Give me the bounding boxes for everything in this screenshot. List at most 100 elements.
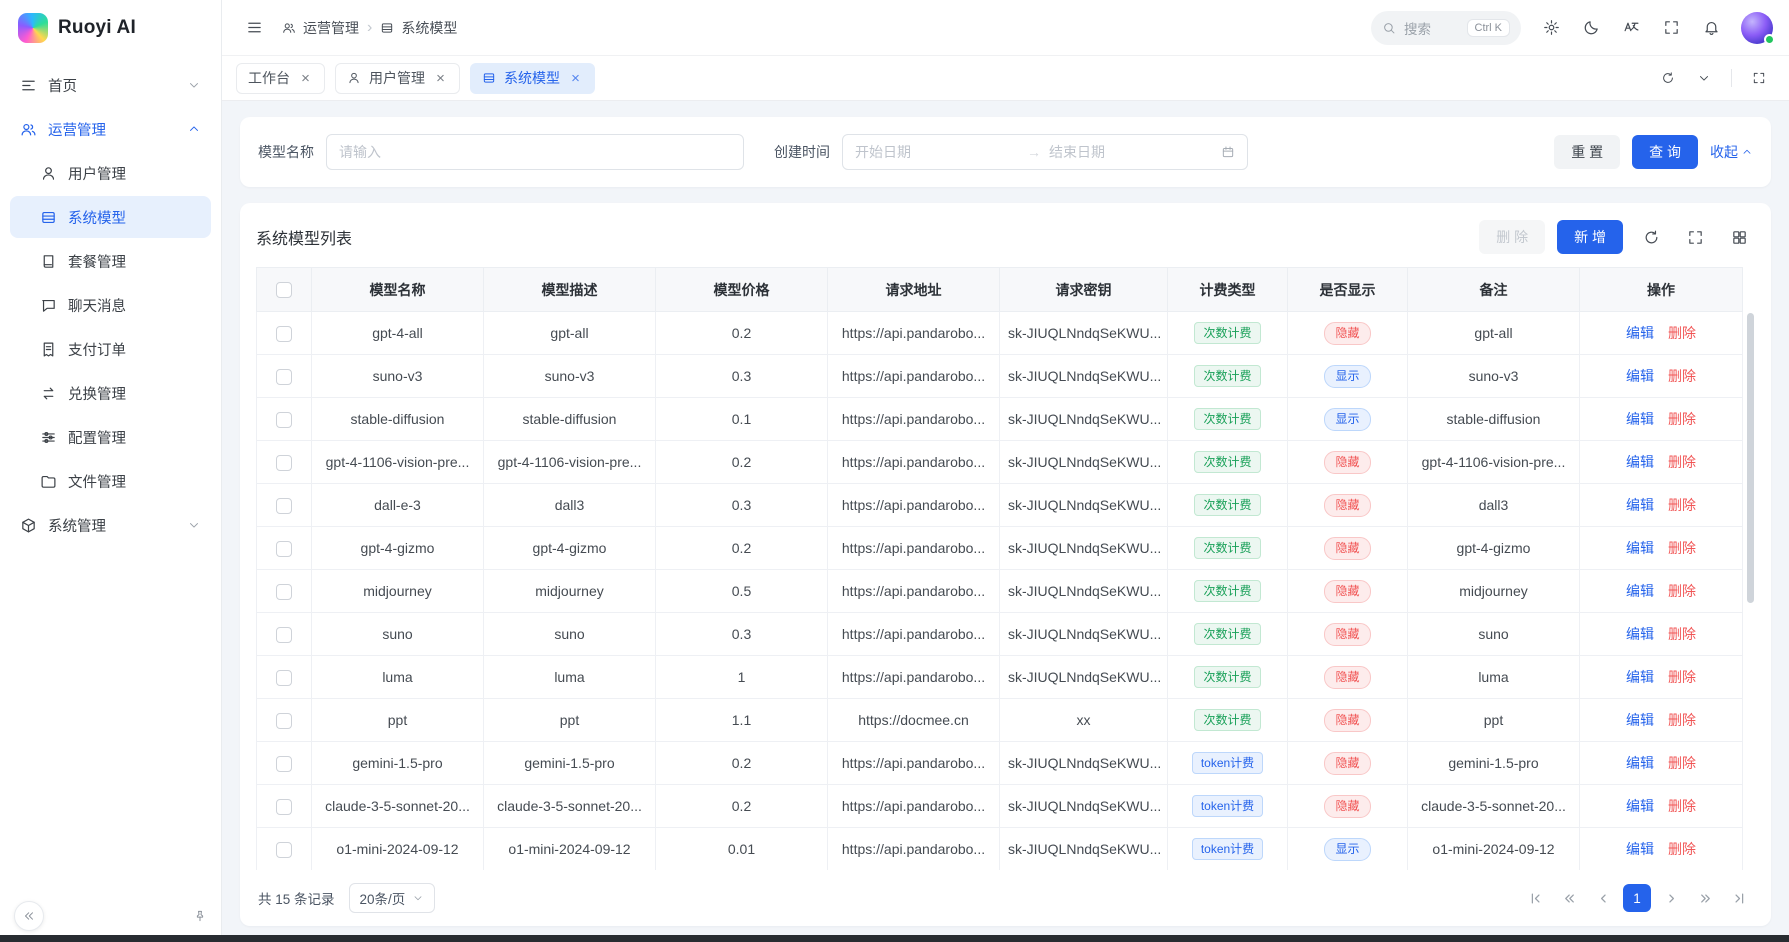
delete-link[interactable]: 删除: [1668, 497, 1696, 513]
table-scrollbar[interactable]: [1745, 267, 1755, 870]
edit-link[interactable]: 编辑: [1626, 669, 1654, 685]
sidebar-toggle-button[interactable]: [238, 12, 270, 44]
pin-sidebar-button[interactable]: [193, 909, 207, 923]
edit-link[interactable]: 编辑: [1626, 411, 1654, 427]
sidebar-item-system-mgmt[interactable]: 系统管理: [10, 504, 211, 546]
language-button[interactable]: [1615, 12, 1647, 44]
close-icon[interactable]: [433, 70, 448, 87]
fullscreen-button[interactable]: [1655, 12, 1687, 44]
row-checkbox[interactable]: [276, 498, 292, 514]
notifications-button[interactable]: [1695, 12, 1727, 44]
page-size-select[interactable]: 20条/页: [349, 883, 436, 913]
delete-link[interactable]: 删除: [1668, 540, 1696, 556]
delete-link[interactable]: 删除: [1668, 712, 1696, 728]
delete-link[interactable]: 删除: [1668, 583, 1696, 599]
breadcrumb-system-model[interactable]: 系统模型: [380, 18, 457, 38]
scrollbar-thumb[interactable]: [1747, 313, 1754, 603]
edit-link[interactable]: 编辑: [1626, 368, 1654, 384]
edit-link[interactable]: 编辑: [1626, 583, 1654, 599]
sidebar-item-user-mgmt[interactable]: 用户管理: [10, 152, 211, 194]
delete-link[interactable]: 删除: [1668, 669, 1696, 685]
cell-billing-type: 次数计费: [1168, 699, 1288, 742]
close-icon[interactable]: [298, 70, 313, 87]
sidebar-item-config-mgmt[interactable]: 配置管理: [10, 416, 211, 458]
sidebar-item-package-mgmt[interactable]: 套餐管理: [10, 240, 211, 282]
edit-link[interactable]: 编辑: [1626, 798, 1654, 814]
tab-user-mgmt[interactable]: 用户管理: [335, 63, 460, 94]
date-range-picker[interactable]: 开始日期 结束日期: [842, 134, 1248, 170]
edit-link[interactable]: 编辑: [1626, 325, 1654, 341]
refresh-page-button[interactable]: [1652, 62, 1684, 94]
fullscreen-table-button[interactable]: [1679, 221, 1711, 253]
row-checkbox[interactable]: [276, 627, 292, 643]
sidebar-item-exchange-mgmt[interactable]: 兑换管理: [10, 372, 211, 414]
tab-workbench[interactable]: 工作台: [236, 63, 325, 94]
edit-link[interactable]: 编辑: [1626, 841, 1654, 857]
row-checkbox[interactable]: [276, 369, 292, 385]
delete-link[interactable]: 删除: [1668, 411, 1696, 427]
row-checkbox[interactable]: [276, 412, 292, 428]
collapse-filter-link[interactable]: 收起: [1710, 142, 1753, 162]
cell-model-name: gpt-4-all: [312, 312, 484, 355]
user-menu[interactable]: [1741, 12, 1773, 44]
visibility-badge: 隐藏: [1324, 494, 1370, 517]
row-checkbox[interactable]: [276, 584, 292, 600]
edit-link[interactable]: 编辑: [1626, 540, 1654, 556]
refresh-table-button[interactable]: [1635, 221, 1667, 253]
row-checkbox[interactable]: [276, 842, 292, 858]
tab-options-button[interactable]: [1688, 62, 1720, 94]
close-icon[interactable]: [568, 70, 583, 87]
row-checkbox[interactable]: [276, 455, 292, 471]
delete-link[interactable]: 删除: [1668, 841, 1696, 857]
edit-link[interactable]: 编辑: [1626, 626, 1654, 642]
batch-delete-button[interactable]: 删 除: [1479, 220, 1545, 254]
delete-link[interactable]: 删除: [1668, 755, 1696, 771]
sidebar-item-chat-messages[interactable]: 聊天消息: [10, 284, 211, 326]
next-page-button[interactable]: [1657, 884, 1685, 912]
current-page-button[interactable]: 1: [1623, 884, 1651, 912]
row-checkbox[interactable]: [276, 713, 292, 729]
theme-toggle-button[interactable]: [1575, 12, 1607, 44]
select-all-checkbox[interactable]: [276, 282, 292, 298]
edit-link[interactable]: 编辑: [1626, 755, 1654, 771]
edit-link[interactable]: 编辑: [1626, 454, 1654, 470]
column-settings-button[interactable]: [1723, 221, 1755, 253]
query-button[interactable]: 查 询: [1632, 135, 1698, 169]
edit-link[interactable]: 编辑: [1626, 712, 1654, 728]
tab-system-model[interactable]: 系统模型: [470, 63, 595, 94]
cell-model-desc: dall3: [484, 484, 656, 527]
hamburger-icon: [246, 19, 263, 36]
operations-submenu: 用户管理 系统模型 套餐管理 聊天消息 支付订单 兑换管理: [10, 152, 211, 502]
delete-link[interactable]: 删除: [1668, 368, 1696, 384]
add-button[interactable]: 新 增: [1557, 220, 1623, 254]
sidebar-collapse-button[interactable]: [14, 901, 44, 931]
row-checkbox[interactable]: [276, 799, 292, 815]
sidebar-item-home[interactable]: 首页: [10, 64, 211, 106]
sidebar-item-payment-orders[interactable]: 支付订单: [10, 328, 211, 370]
global-search[interactable]: 搜索 Ctrl K: [1371, 11, 1521, 45]
row-checkbox[interactable]: [276, 326, 292, 342]
jump-forward-button[interactable]: [1691, 884, 1719, 912]
delete-link[interactable]: 删除: [1668, 325, 1696, 341]
prev-page-button[interactable]: [1589, 884, 1617, 912]
delete-link[interactable]: 删除: [1668, 626, 1696, 642]
model-name-input[interactable]: [326, 134, 744, 170]
breadcrumb-operations[interactable]: 运营管理: [282, 18, 359, 38]
sidebar-item-file-mgmt[interactable]: 文件管理: [10, 460, 211, 502]
row-checkbox[interactable]: [276, 541, 292, 557]
cell-visibility: 隐藏: [1288, 312, 1408, 355]
delete-link[interactable]: 删除: [1668, 454, 1696, 470]
maximize-content-button[interactable]: [1743, 62, 1775, 94]
settings-button[interactable]: [1535, 12, 1567, 44]
model-name-label: 模型名称: [258, 142, 314, 162]
sidebar-item-system-model[interactable]: 系统模型: [10, 196, 211, 238]
edit-link[interactable]: 编辑: [1626, 497, 1654, 513]
reset-button[interactable]: 重 置: [1554, 135, 1620, 169]
sidebar-item-operations[interactable]: 运营管理: [10, 108, 211, 150]
first-page-button[interactable]: [1521, 884, 1549, 912]
row-checkbox[interactable]: [276, 756, 292, 772]
delete-link[interactable]: 删除: [1668, 798, 1696, 814]
row-checkbox[interactable]: [276, 670, 292, 686]
jump-back-button[interactable]: [1555, 884, 1583, 912]
last-page-button[interactable]: [1725, 884, 1753, 912]
